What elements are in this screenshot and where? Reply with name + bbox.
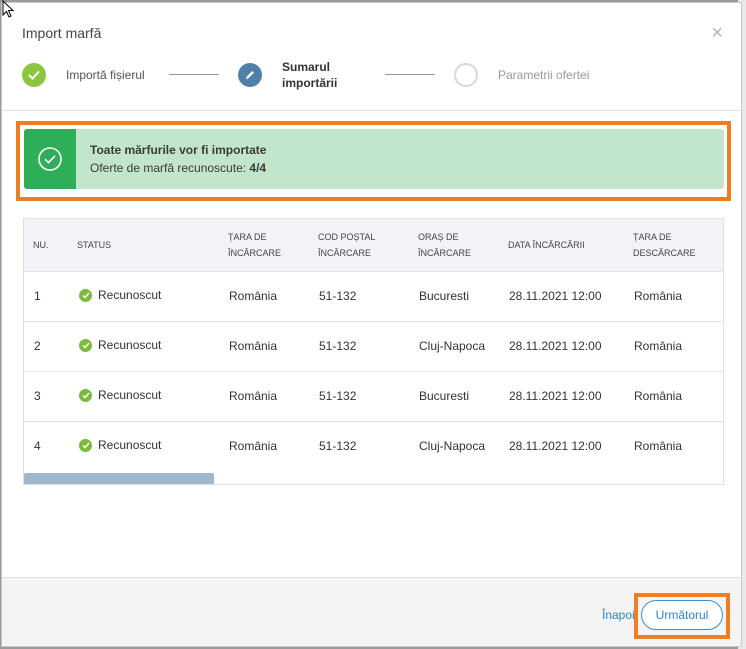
cell-load-postal: 51-132	[319, 389, 357, 403]
cell-load-city: Cluj-Napoca	[419, 339, 486, 353]
import-modal: Import marfă × Importă fișierul Sumarul …	[1, 2, 742, 647]
th-line2: ÎNCĂRCARE	[318, 248, 372, 258]
check-icon	[22, 63, 46, 87]
check-circle-icon	[79, 438, 92, 452]
banner-title: Toate mărfurile vor fi importate	[90, 143, 267, 157]
success-icon-box	[24, 129, 76, 189]
success-banner: Toate mărfurile vor fi importate Oferte …	[24, 129, 724, 189]
table-row[interactable]: 2 Recunoscut România 51-132 Cluj-Napoca …	[24, 321, 723, 371]
cell-load-date: 28.11.2021 12:00	[509, 289, 602, 303]
cell-status: Recunoscut	[79, 388, 161, 402]
th-line2: ÎNCĂRCARE	[418, 248, 472, 258]
banner-subtitle-text: Oferte de marfă recunoscute:	[90, 161, 247, 175]
table-row[interactable]: 1 Recunoscut România 51-132 Bucuresti 28…	[24, 271, 723, 321]
step-import-file: Importă fișierul	[22, 63, 145, 87]
cell-load-postal: 51-132	[319, 339, 357, 353]
step-label-line1: Sumarul	[282, 60, 331, 74]
horizontal-scrollbar[interactable]	[24, 473, 214, 484]
cell-load-postal: 51-132	[319, 439, 357, 453]
th-nr: NU.	[33, 240, 49, 250]
th-load-city: ORAȘ DE ÎNCĂRCARE	[418, 229, 471, 261]
cell-nr: 3	[34, 389, 41, 403]
th-line2: DESCĂRCARE	[633, 248, 696, 258]
cell-load-country: România	[229, 439, 278, 453]
th-load-postal: COD POȘTAL ÎNCĂRCARE	[318, 229, 375, 261]
step-label-line2: importării	[282, 76, 338, 90]
th-line1: ȚARA DE	[228, 232, 267, 242]
cell-unload-country: România	[634, 339, 683, 353]
th-unload-country: ȚARA DE DESCĂRCARE	[633, 229, 696, 261]
cell-load-date: 28.11.2021 12:00	[509, 339, 602, 353]
step-connector	[385, 74, 435, 75]
cell-nr: 4	[34, 439, 41, 453]
modal-footer: Înapoi Următorul	[2, 577, 741, 646]
table-header: NU. STATUS ȚARA DE ÎNCĂRCARE COD POȘTAL …	[24, 219, 723, 271]
check-circle-icon	[79, 288, 92, 302]
cell-unload-country: România	[634, 389, 683, 403]
step-import-summary: Sumarul importării	[238, 59, 337, 91]
cell-load-city: Bucuresti	[419, 289, 470, 303]
modal-body: Toate mărfurile vor fi importate Oferte …	[2, 111, 741, 577]
status-text: Recunoscut	[98, 438, 162, 452]
th-status: STATUS	[77, 240, 112, 250]
check-circle-icon	[79, 388, 92, 402]
back-button[interactable]: Înapoi	[602, 608, 635, 622]
th-line1: ȚARA DE	[633, 232, 672, 242]
step-connector	[169, 74, 219, 75]
table-row[interactable]: 4 Recunoscut România 51-132 Cluj-Napoca …	[24, 421, 723, 471]
cell-load-country: România	[229, 389, 278, 403]
status-text: Recunoscut	[98, 388, 162, 402]
check-circle-icon	[79, 338, 92, 352]
modal-header: Import marfă × Importă fișierul Sumarul …	[2, 3, 741, 111]
cell-nr: 1	[34, 289, 41, 303]
th-line1: COD POȘTAL	[318, 232, 376, 242]
cell-nr: 2	[34, 339, 41, 353]
cell-status: Recunoscut	[79, 288, 161, 302]
cell-unload-country: România	[634, 289, 683, 303]
th-line2: ÎNCĂRCARE	[228, 248, 282, 258]
next-button[interactable]: Următorul	[641, 600, 723, 630]
empty-circle-icon	[454, 63, 478, 87]
cell-load-country: România	[229, 289, 278, 303]
table-row[interactable]: 3 Recunoscut România 51-132 Bucuresti 28…	[24, 371, 723, 421]
cell-unload-country: România	[634, 439, 683, 453]
th-load-date: DATA ÎNCĂRCĂRII	[508, 240, 585, 250]
cell-load-postal: 51-132	[319, 289, 357, 303]
th-line1: ORAȘ DE	[418, 232, 459, 242]
circle-check-icon	[38, 147, 62, 171]
cell-status: Recunoscut	[79, 338, 161, 352]
close-icon[interactable]: ×	[711, 23, 723, 43]
step-label: Importă fișierul	[66, 68, 145, 82]
modal-title: Import marfă	[22, 25, 102, 41]
cell-load-country: România	[229, 339, 278, 353]
banner-subtitle: Oferte de marfă recunoscute: 4/4	[90, 161, 266, 175]
pencil-icon	[238, 63, 262, 87]
mouse-cursor-icon	[2, 0, 14, 18]
cell-load-date: 28.11.2021 12:00	[509, 389, 602, 403]
cell-load-city: Bucuresti	[419, 389, 470, 403]
th-load-country: ȚARA DE ÎNCĂRCARE	[228, 229, 281, 261]
step-offer-params: Parametrii ofertei	[454, 63, 589, 87]
step-label: Parametrii ofertei	[498, 68, 590, 82]
status-text: Recunoscut	[98, 288, 162, 302]
cell-load-city: Cluj-Napoca	[419, 439, 486, 453]
banner-count: 4/4	[249, 161, 267, 175]
cell-status: Recunoscut	[79, 438, 161, 452]
status-text: Recunoscut	[98, 338, 162, 352]
cell-load-date: 28.11.2021 12:00	[509, 439, 602, 453]
import-table: NU. STATUS ȚARA DE ÎNCĂRCARE COD POȘTAL …	[23, 218, 724, 485]
